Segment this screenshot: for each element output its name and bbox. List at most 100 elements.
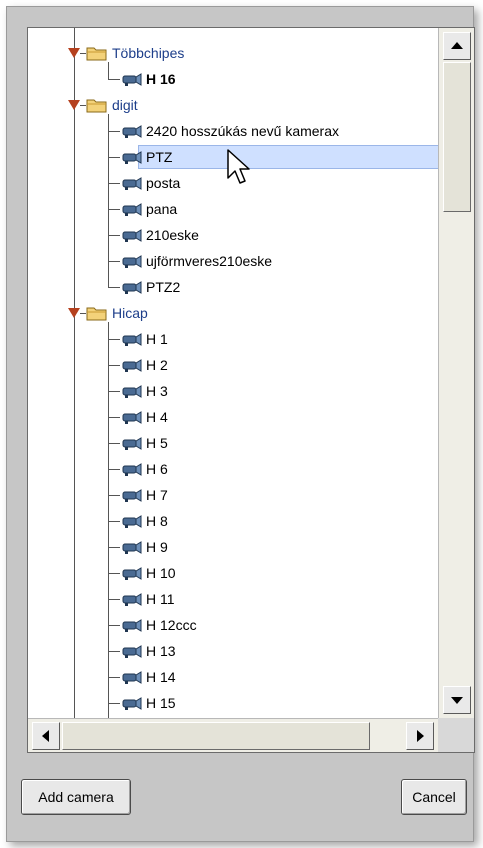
- tree-item-label: H 14: [146, 669, 176, 685]
- connector-line: [108, 521, 120, 522]
- selection-highlight: [138, 145, 438, 169]
- connector-line: [108, 443, 120, 444]
- tree-camera-item[interactable]: H 8: [28, 508, 438, 534]
- add-camera-button[interactable]: Add camera: [21, 779, 131, 815]
- tree-camera-item[interactable]: H 7: [28, 482, 438, 508]
- camera-icon: [122, 255, 142, 268]
- scroll-down-button[interactable]: [443, 686, 471, 714]
- tree-camera-item[interactable]: H 11: [28, 586, 438, 612]
- tree-camera-item[interactable]: H 16: [28, 66, 438, 92]
- scrollbar-corner: [438, 718, 474, 752]
- tree-item-label: H 9: [146, 539, 168, 555]
- camera-icon: [122, 73, 142, 86]
- horizontal-scroll-thumb[interactable]: [62, 722, 370, 750]
- connector-line: [108, 599, 120, 600]
- arrow-down-icon: [451, 697, 463, 704]
- horizontal-scrollbar[interactable]: [28, 718, 438, 752]
- tree-camera-item[interactable]: H 15: [28, 690, 438, 716]
- connector-line: [108, 651, 120, 652]
- tree-item-label: PTZ: [146, 149, 173, 165]
- camera-icon: [122, 697, 142, 710]
- camera-icon: [122, 229, 142, 242]
- tree-item-label: H 13: [146, 643, 176, 659]
- camera-icon: [122, 593, 142, 606]
- camera-icon: [122, 281, 142, 294]
- tree-camera-item[interactable]: H 1: [28, 326, 438, 352]
- tree-camera-item[interactable]: H 14: [28, 664, 438, 690]
- connector-line: [108, 469, 120, 470]
- connector-line: [108, 547, 120, 548]
- tree-item-label: H 5: [146, 435, 168, 451]
- tree-camera-item[interactable]: H 13: [28, 638, 438, 664]
- camera-icon: [122, 463, 142, 476]
- folder-icon: [86, 99, 107, 113]
- tree-item-label: Többchipes: [112, 45, 185, 61]
- connector-line: [108, 261, 120, 262]
- expand-triangle-icon[interactable]: [68, 100, 80, 110]
- camera-icon: [122, 125, 142, 138]
- camera-icon: [122, 385, 142, 398]
- camera-icon: [122, 567, 142, 580]
- scroll-right-button[interactable]: [406, 722, 434, 750]
- tree-camera-item[interactable]: H 6: [28, 456, 438, 482]
- tree-item-label: H 11: [146, 591, 175, 607]
- tree-folder-item[interactable]: Többchipes: [28, 40, 438, 66]
- tree-camera-item[interactable]: 2420 hosszúkás nevű kamerax: [28, 118, 438, 144]
- connector-line: [108, 625, 120, 626]
- camera-icon: [122, 541, 142, 554]
- camera-icon: [122, 203, 142, 216]
- camera-icon: [122, 177, 142, 190]
- mouse-cursor-icon: [227, 149, 250, 184]
- camera-icon: [122, 645, 142, 658]
- camera-icon: [122, 671, 142, 684]
- tree-camera-item[interactable]: H 12ccc: [28, 612, 438, 638]
- tree-item-label: H 4: [146, 409, 168, 425]
- connector-line: [108, 391, 120, 392]
- arrow-left-icon: [42, 730, 49, 742]
- tree-item-label: PTZ2: [146, 279, 181, 295]
- connector-line: [108, 677, 120, 678]
- tree-item-label: digit: [112, 97, 138, 113]
- connector-line: [108, 573, 120, 574]
- tree-item-label: H 2: [146, 357, 168, 373]
- tree-item-label: H 15: [146, 695, 176, 711]
- expand-triangle-icon[interactable]: [68, 308, 80, 318]
- camera-icon: [122, 515, 142, 528]
- tree-item-label: 210eske: [146, 227, 199, 243]
- tree-camera-item[interactable]: H 5: [28, 430, 438, 456]
- tree-camera-item[interactable]: H 10: [28, 560, 438, 586]
- scroll-left-button[interactable]: [32, 722, 60, 750]
- scroll-up-button[interactable]: [443, 32, 471, 60]
- tree-folder-item[interactable]: Hicap: [28, 300, 438, 326]
- tree-camera-item[interactable]: PTZ2: [28, 274, 438, 300]
- connector-line: [108, 339, 120, 340]
- tree-item-label: H 12ccc: [146, 617, 197, 633]
- tree-camera-item[interactable]: H 2: [28, 352, 438, 378]
- tree-camera-item[interactable]: 210eske: [28, 222, 438, 248]
- vertical-scrollbar[interactable]: [438, 28, 474, 718]
- tree-item-label: H 10: [146, 565, 176, 581]
- tree-item-label: posta: [146, 175, 181, 191]
- tree-camera-item[interactable]: H 4: [28, 404, 438, 430]
- folder-icon: [86, 47, 107, 61]
- tree-camera-item[interactable]: H 9: [28, 534, 438, 560]
- tree-item-label: H 3: [146, 383, 168, 399]
- expand-triangle-icon[interactable]: [68, 48, 80, 58]
- connector-line: [108, 157, 120, 158]
- connector-line: [108, 209, 120, 210]
- camera-icon: [122, 333, 142, 346]
- connector-line: [108, 79, 120, 80]
- tree-item-label: H 6: [146, 461, 168, 477]
- tree-camera-item[interactable]: pana: [28, 196, 438, 222]
- tree-item-label: pana: [146, 201, 178, 217]
- vertical-scroll-thumb[interactable]: [443, 62, 471, 212]
- tree-item-label: 2420 hosszúkás nevű kamerax: [146, 123, 339, 139]
- tree-camera-item[interactable]: H 3: [28, 378, 438, 404]
- cancel-button[interactable]: Cancel: [401, 779, 467, 815]
- tree-folder-item[interactable]: digit: [28, 92, 438, 118]
- tree-item-label: H 1: [146, 331, 168, 347]
- camera-tree: Többchipes H 16 digit 2420 hosszúkás nevű k…: [28, 28, 438, 718]
- tree-camera-item[interactable]: ujförmveres210eske: [28, 248, 438, 274]
- tree-item-label: ujförmveres210eske: [146, 253, 273, 269]
- camera-icon: [122, 151, 142, 164]
